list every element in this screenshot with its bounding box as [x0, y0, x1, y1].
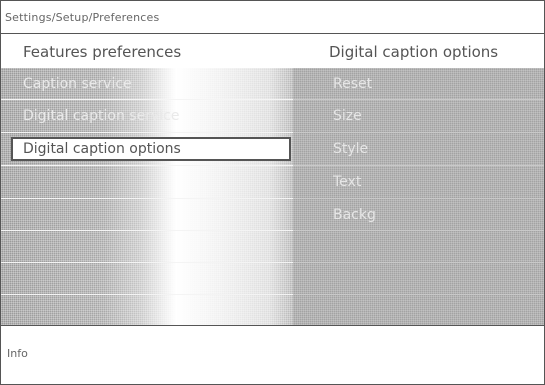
menu-item-caption-service[interactable]: Caption service [23, 76, 132, 92]
row-divider [293, 99, 544, 100]
row-divider [1, 294, 293, 295]
left-menu-panel [1, 68, 293, 325]
left-column-title: Features preferences [23, 43, 182, 61]
option-size[interactable]: Size [333, 108, 362, 124]
info-label: Info [7, 347, 28, 360]
option-style[interactable]: Style [333, 141, 368, 157]
option-reset[interactable]: Reset [333, 76, 372, 92]
row-divider [1, 262, 293, 263]
tv-menu-screen: Settings/Setup/Preferences Features pref… [0, 0, 545, 385]
footer-divider [1, 325, 544, 326]
right-options-panel [293, 68, 544, 325]
row-divider [1, 198, 293, 199]
menu-item-digital-caption-service[interactable]: Digital caption service [23, 108, 179, 124]
right-column-title: Digital caption options [329, 43, 499, 61]
row-divider [1, 99, 293, 100]
option-background[interactable]: Backg [333, 207, 376, 223]
row-divider [1, 132, 293, 133]
row-divider [293, 165, 544, 166]
row-divider [293, 294, 544, 295]
breadcrumb: Settings/Setup/Preferences [5, 11, 160, 24]
menu-item-digital-caption-options[interactable]: Digital caption options [23, 141, 181, 157]
row-divider [293, 198, 544, 199]
row-divider [293, 230, 544, 231]
header-divider [1, 33, 544, 34]
row-divider [1, 230, 293, 231]
row-divider [293, 262, 544, 263]
row-divider [1, 165, 293, 166]
option-text[interactable]: Text [333, 174, 361, 190]
row-divider [293, 132, 544, 133]
